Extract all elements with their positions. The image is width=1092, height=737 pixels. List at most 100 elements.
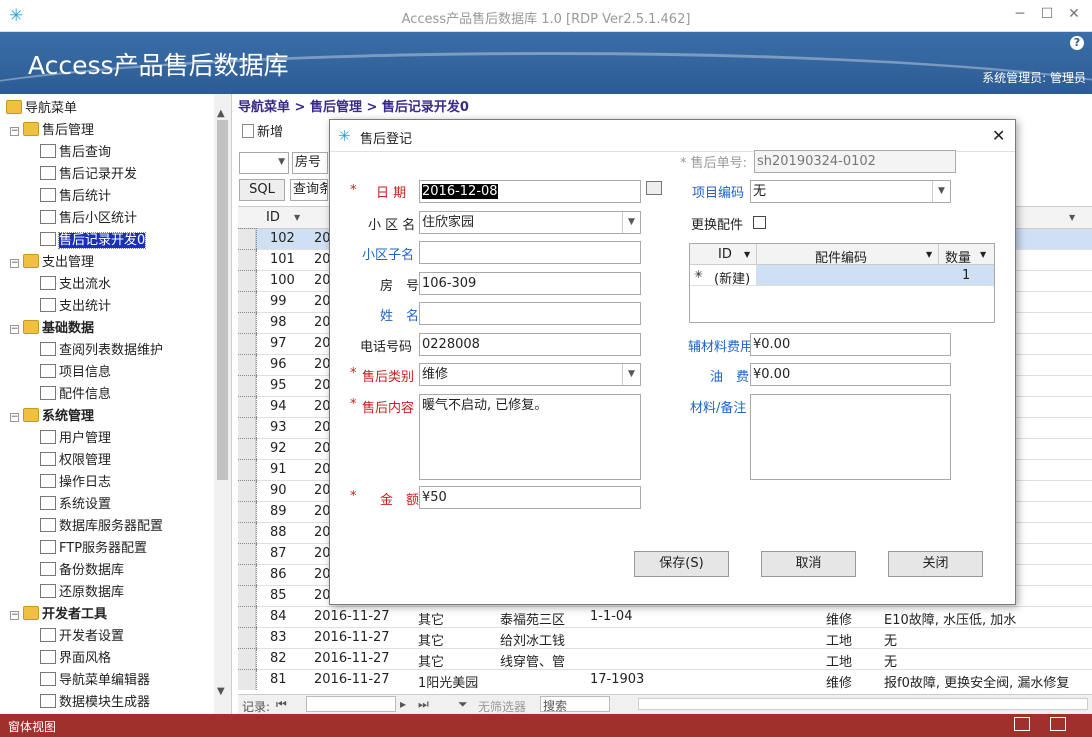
- sort-icon[interactable]: ▼: [294, 213, 300, 222]
- table-cell[interactable]: 88: [270, 525, 287, 540]
- table-cell[interactable]: 17-1903: [590, 672, 644, 687]
- form-view-icon[interactable]: [1014, 717, 1030, 731]
- table-cell[interactable]: 2016-11-27: [314, 630, 390, 645]
- date-field[interactable]: 2016-12-08: [419, 180, 641, 203]
- table-cell[interactable]: 101: [270, 252, 295, 267]
- phone-field[interactable]: 0228008: [419, 333, 641, 356]
- table-cell[interactable]: 无: [884, 651, 897, 670]
- table-cell[interactable]: 86: [270, 567, 287, 582]
- nav-item[interactable]: 开发者设置: [40, 626, 124, 648]
- table-cell[interactable]: 91: [270, 462, 287, 477]
- row-selector[interactable]: [238, 438, 257, 461]
- nav-item[interactable]: 售后记录开发0: [40, 230, 147, 252]
- nav-item[interactable]: 配件信息: [40, 384, 111, 406]
- row-selector[interactable]: [238, 333, 257, 356]
- content-field[interactable]: 暖气不启动, 已修复。: [419, 394, 641, 480]
- nav-item[interactable]: − 基础数据: [10, 318, 94, 340]
- table-cell[interactable]: 92: [270, 441, 287, 456]
- customer-name-field[interactable]: [419, 302, 641, 325]
- scroll-up-icon[interactable]: ▲: [217, 108, 225, 119]
- community-select[interactable]: 住欣家园 ▼: [419, 211, 641, 234]
- table-cell[interactable]: 100: [270, 273, 295, 288]
- room-field[interactable]: 106-309: [419, 272, 641, 295]
- row-selector[interactable]: [238, 459, 257, 482]
- replace-parts-checkbox[interactable]: [753, 216, 766, 229]
- table-cell[interactable]: 99: [270, 294, 287, 309]
- nav-item[interactable]: 用户管理: [40, 428, 111, 450]
- datasheet-view-icon[interactable]: [1050, 717, 1066, 731]
- chevron-down-icon[interactable]: ▼: [622, 212, 640, 233]
- calendar-icon[interactable]: [646, 181, 662, 195]
- row-selector[interactable]: [238, 648, 257, 671]
- dialog-close-icon[interactable]: ✕: [992, 126, 1005, 145]
- nav-item[interactable]: − 开发者工具: [10, 604, 107, 626]
- nav-item[interactable]: 支出流水: [40, 274, 111, 296]
- search-input[interactable]: 搜索: [540, 696, 610, 713]
- collapse-toggle-icon[interactable]: −: [10, 413, 19, 422]
- row-selector[interactable]: [238, 480, 257, 503]
- table-row[interactable]: 81 2016-11-27 1阳光美园 17-1903 维修 报f0故障, 更换安全阀, …: [238, 669, 1092, 690]
- table-cell[interactable]: 无: [884, 630, 897, 649]
- maximize-button[interactable]: ☐: [1037, 6, 1057, 26]
- grid-header-id[interactable]: ID: [266, 210, 280, 225]
- row-selector[interactable]: [238, 228, 257, 251]
- query-button[interactable]: 查询条: [290, 179, 328, 201]
- nav-item[interactable]: − 售后管理: [10, 120, 94, 142]
- table-cell[interactable]: 98: [270, 315, 287, 330]
- nav-scrollbar[interactable]: ▲ ▼: [214, 94, 231, 714]
- first-record-icon[interactable]: ⏮: [276, 697, 287, 712]
- filter-field-select[interactable]: 房号: [292, 152, 328, 174]
- row-selector[interactable]: [238, 270, 257, 293]
- table-cell[interactable]: 89: [270, 504, 287, 519]
- table-cell[interactable]: 82: [270, 651, 287, 666]
- close-button[interactable]: 关闭: [888, 551, 983, 577]
- filter-operator-select[interactable]: ▼: [239, 152, 289, 174]
- table-row[interactable]: 84 2016-11-27 其它 泰福苑三区 1-1-04 维修 E10故障, 水压低, 加…: [238, 606, 1092, 629]
- table-cell[interactable]: 1阳光美园: [418, 672, 478, 690]
- table-cell[interactable]: 工地: [826, 651, 852, 670]
- table-cell[interactable]: 其它: [418, 651, 444, 670]
- table-cell[interactable]: 97: [270, 336, 287, 351]
- nav-item[interactable]: 系统设置: [40, 494, 111, 516]
- table-cell[interactable]: 81: [270, 672, 287, 687]
- category-select[interactable]: 维修 ▼: [419, 363, 641, 386]
- collapse-toggle-icon[interactable]: −: [10, 127, 19, 136]
- table-cell[interactable]: 泰福苑三区: [500, 609, 565, 628]
- table-cell[interactable]: 2016-11-27: [314, 609, 390, 624]
- notes-field[interactable]: [750, 394, 951, 480]
- table-cell[interactable]: 其它: [418, 630, 444, 649]
- table-cell[interactable]: 报f0故障, 更换安全阀, 漏水修复: [884, 672, 1069, 690]
- table-cell[interactable]: 1-1-04: [590, 609, 632, 624]
- row-selector[interactable]: [238, 312, 257, 335]
- row-selector[interactable]: [238, 417, 257, 440]
- row-selector[interactable]: [238, 627, 257, 650]
- scroll-down-icon[interactable]: ▼: [217, 686, 225, 697]
- nav-item[interactable]: 支出统计: [40, 296, 111, 318]
- row-selector[interactable]: [238, 291, 257, 314]
- row-selector[interactable]: [238, 564, 257, 587]
- minimize-button[interactable]: ─: [1010, 6, 1030, 26]
- table-cell[interactable]: 96: [270, 357, 287, 372]
- table-cell[interactable]: 94: [270, 399, 287, 414]
- nav-item[interactable]: 界面风格: [40, 648, 111, 670]
- sort-icon[interactable]: ▼: [926, 250, 932, 259]
- nav-item[interactable]: 权限管理: [40, 450, 111, 472]
- cancel-button[interactable]: 取消: [761, 551, 856, 577]
- chevron-down-icon[interactable]: ▼: [622, 364, 640, 385]
- material-fee-field[interactable]: ¥0.00: [750, 333, 951, 356]
- nav-item[interactable]: 还原数据库: [40, 582, 124, 604]
- collapse-toggle-icon[interactable]: −: [10, 611, 19, 620]
- nav-item[interactable]: 售后小区统计: [40, 208, 137, 230]
- table-cell[interactable]: 其它: [418, 609, 444, 628]
- sql-button[interactable]: SQL: [239, 179, 285, 201]
- table-cell[interactable]: 83: [270, 630, 287, 645]
- table-cell[interactable]: 90: [270, 483, 287, 498]
- row-selector[interactable]: [238, 375, 257, 398]
- table-cell[interactable]: 93: [270, 420, 287, 435]
- table-cell[interactable]: 2016-11-27: [314, 672, 390, 687]
- oil-fee-field[interactable]: ¥0.00: [750, 363, 951, 386]
- nav-item[interactable]: 查阅列表数据维护: [40, 340, 163, 362]
- table-cell[interactable]: 维修: [826, 672, 852, 690]
- next-record-icon[interactable]: ▸: [400, 697, 406, 711]
- nav-item[interactable]: − 支出管理: [10, 252, 94, 274]
